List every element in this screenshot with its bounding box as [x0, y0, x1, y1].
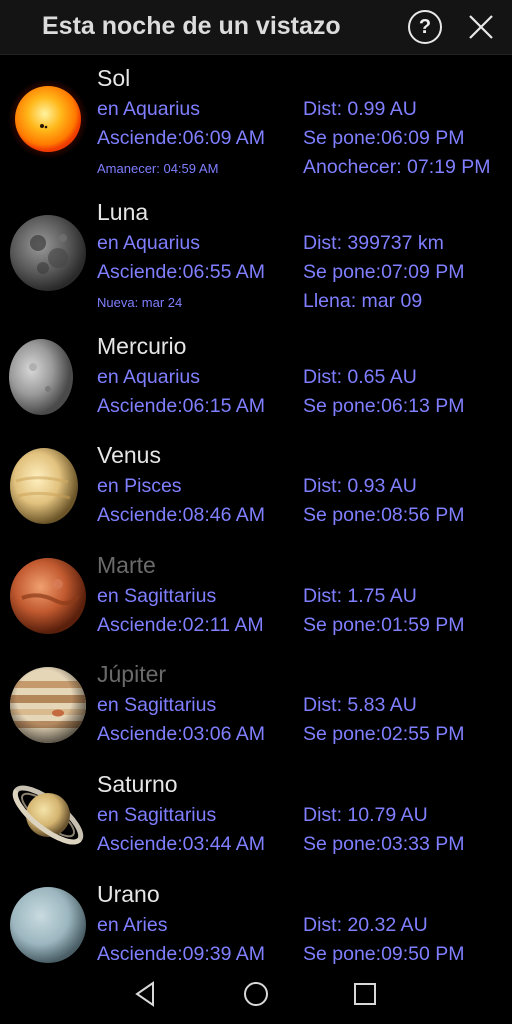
set-time: Se pone:01:59 PM — [303, 614, 465, 636]
list-item-marte[interactable]: Marte en Sagittarius Dist: 1.75 AU Ascie… — [0, 542, 512, 651]
object-name: Mercurio — [97, 333, 187, 359]
set-time: Se pone:08:56 PM — [303, 504, 465, 526]
rise-time: Asciende:06:55 AM — [97, 261, 266, 283]
home-circle-icon — [244, 982, 268, 1006]
object-name: Luna — [97, 199, 149, 225]
saturn-icon — [12, 785, 84, 845]
distance-text: Dist: 10.79 AU — [303, 804, 428, 826]
list-item-sol[interactable]: Sol en Aquarius Dist: 0.99 AU Asciende:0… — [0, 55, 512, 189]
set-time: Se pone:02:55 PM — [303, 723, 465, 745]
constellation-text: en Aquarius — [97, 98, 200, 120]
rise-time: Asciende:02:11 AM — [97, 614, 264, 636]
app-header: Esta noche de un vistazo ? — [0, 0, 512, 55]
object-name: Sol — [97, 65, 131, 91]
dusk-time: Anochecer: 07:19 PM — [303, 156, 491, 178]
page-title: Esta noche de un vistazo — [42, 12, 341, 40]
system-nav-bar — [0, 965, 512, 1024]
rise-time: Asciende:09:39 AM — [97, 943, 266, 965]
mars-icon — [10, 558, 86, 634]
object-name: Venus — [97, 442, 161, 468]
object-name: Júpiter — [97, 661, 167, 687]
list-item-mercurio[interactable]: Mercurio en Aquarius Dist: 0.65 AU Ascie… — [0, 323, 512, 432]
mercury-icon — [9, 339, 73, 415]
new-moon-date: Nueva: mar 24 — [97, 295, 183, 310]
constellation-text: en Aquarius — [97, 366, 200, 388]
help-button[interactable]: ? — [408, 10, 442, 44]
recents-button[interactable] — [350, 979, 380, 1009]
distance-text: Dist: 0.99 AU — [303, 98, 417, 120]
object-name: Urano — [97, 881, 160, 907]
constellation-text: en Sagittarius — [97, 585, 217, 607]
constellation-text: en Aquarius — [97, 232, 200, 254]
full-moon-date: Llena: mar 09 — [303, 290, 423, 312]
venus-icon — [10, 448, 78, 524]
object-name: Saturno — [97, 771, 178, 797]
distance-text: Dist: 5.83 AU — [303, 694, 417, 716]
distance-text: Dist: 0.93 AU — [303, 475, 417, 497]
set-time: Se pone:07:09 PM — [303, 261, 465, 283]
set-time: Se pone:06:09 PM — [303, 127, 465, 149]
distance-text: Dist: 399737 km — [303, 232, 444, 254]
back-button[interactable] — [131, 979, 161, 1009]
rise-time: Asciende:06:15 AM — [97, 395, 266, 417]
object-name: Marte — [97, 552, 156, 578]
distance-text: Dist: 0.65 AU — [303, 366, 417, 388]
rise-time: Asciende:03:44 AM — [97, 833, 266, 855]
list-item-jupiter[interactable]: Júpiter en Sagittarius Dist: 5.83 AU Asc… — [0, 651, 512, 761]
moon-icon — [10, 215, 86, 291]
set-time: Se pone:09:50 PM — [303, 943, 465, 965]
constellation-text: en Pisces — [97, 475, 182, 497]
close-icon — [469, 15, 493, 39]
question-circle-icon: ? — [418, 16, 432, 38]
distance-text: Dist: 1.75 AU — [303, 585, 417, 607]
close-button[interactable] — [466, 12, 496, 42]
constellation-text: en Sagittarius — [97, 804, 217, 826]
rise-time: Asciende:03:06 AM — [97, 723, 266, 745]
set-time: Se pone:06:13 PM — [303, 395, 465, 417]
list-item-venus[interactable]: Venus en Pisces Dist: 0.93 AU Asciende:0… — [0, 432, 512, 542]
list-item-urano[interactable]: Urano en Aries Dist: 20.32 AU Asciende:0… — [0, 871, 512, 965]
sunrise-time: Amanecer: 04:59 AM — [97, 161, 219, 176]
constellation-text: en Aries — [97, 914, 168, 936]
rise-time: Asciende:08:46 AM — [97, 504, 266, 526]
list-item-saturno[interactable]: Saturno en Sagittarius Dist: 10.79 AU As… — [0, 761, 512, 871]
sun-icon — [8, 79, 88, 159]
uranus-icon — [10, 887, 86, 963]
rise-time: Asciende:06:09 AM — [97, 127, 266, 149]
constellation-text: en Sagittarius — [97, 694, 217, 716]
set-time: Se pone:03:33 PM — [303, 833, 465, 855]
distance-text: Dist: 20.32 AU — [303, 914, 428, 936]
object-list[interactable]: Sol en Aquarius Dist: 0.99 AU Asciende:0… — [0, 55, 512, 965]
recents-square-icon — [354, 983, 376, 1005]
back-triangle-icon — [135, 981, 154, 1007]
home-button[interactable] — [241, 979, 271, 1009]
list-item-luna[interactable]: Luna en Aquarius Dist: 399737 km Asciend… — [0, 189, 512, 323]
jupiter-icon — [10, 667, 86, 743]
